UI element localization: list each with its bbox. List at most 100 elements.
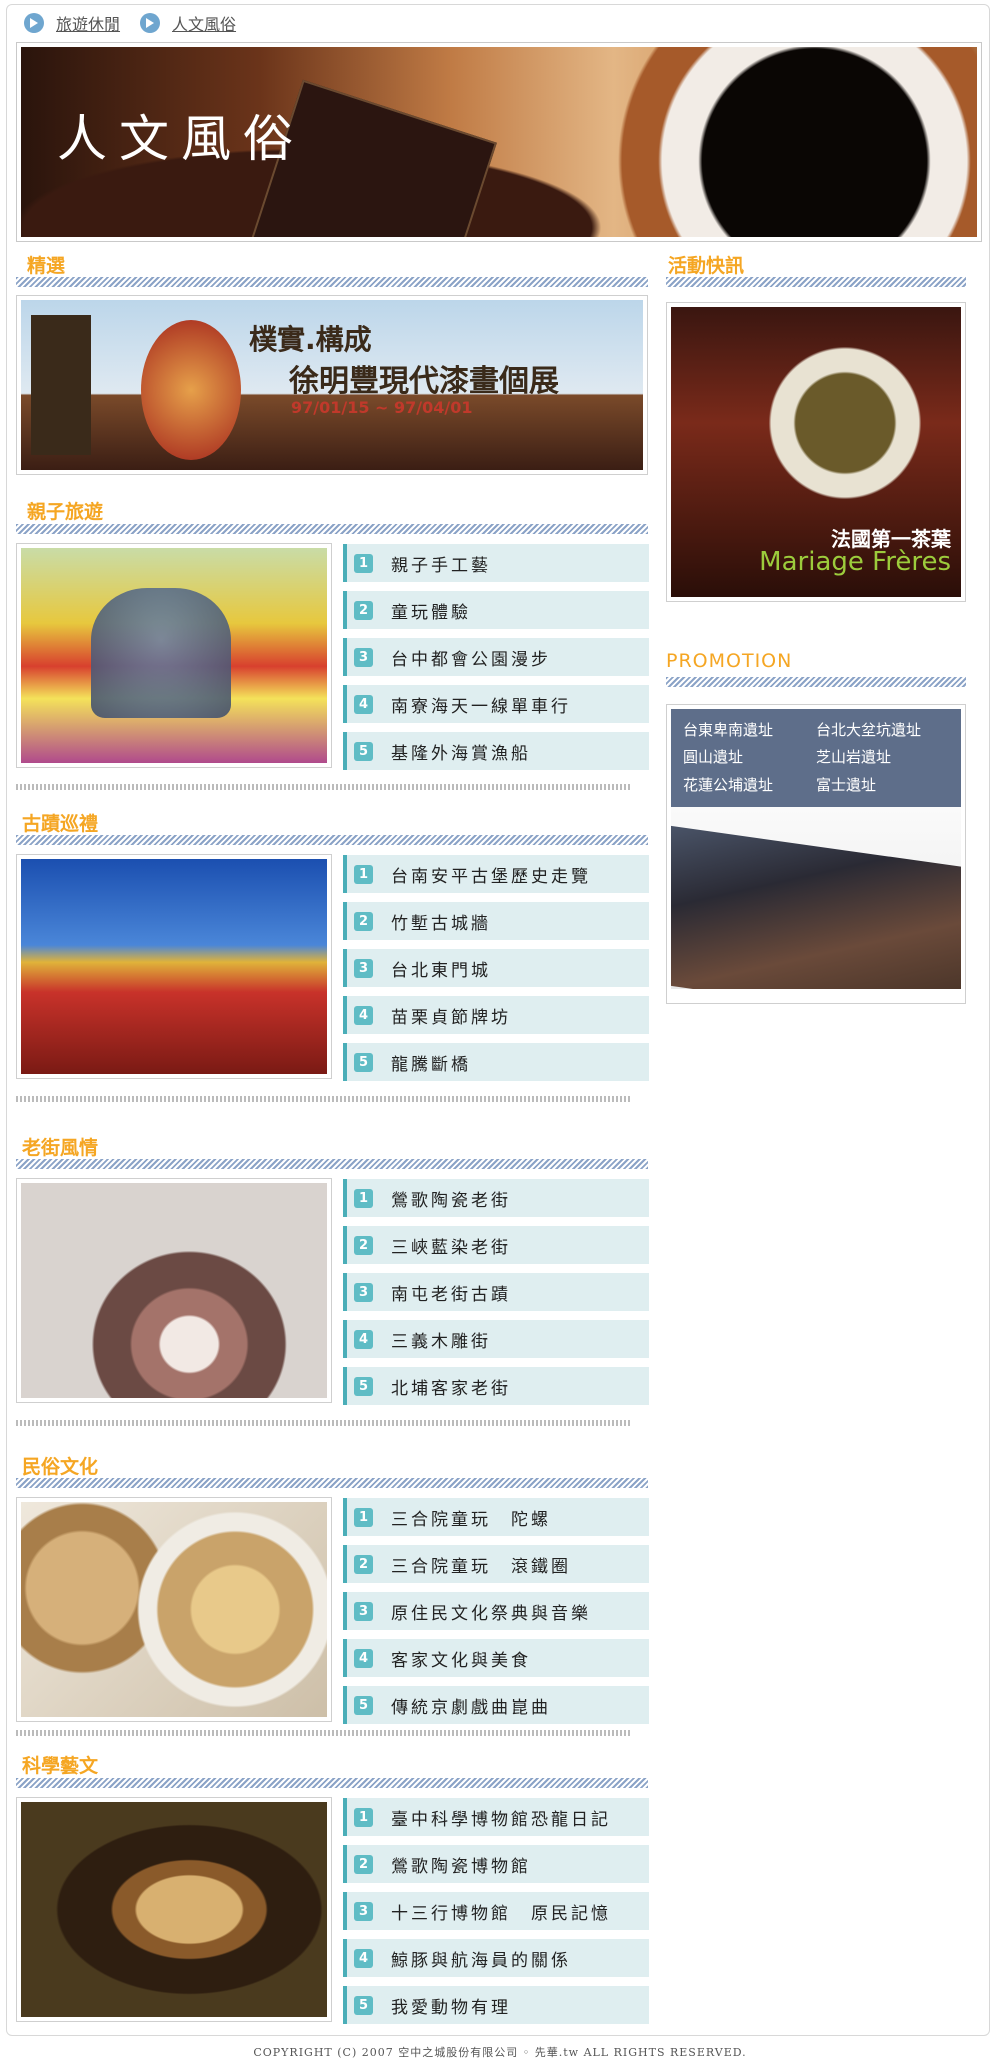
promo-link[interactable]: 台東卑南遺址 bbox=[683, 719, 816, 742]
list-item-label: 三義木雕街 bbox=[391, 1331, 491, 1352]
number-badge: 3 bbox=[354, 1601, 373, 1621]
list-item[interactable]: 1 鶯歌陶瓷老街 bbox=[343, 1179, 649, 1217]
section-stripe bbox=[16, 835, 648, 845]
list-item-label: 龍騰斷橋 bbox=[391, 1054, 471, 1075]
section-family-photo[interactable] bbox=[16, 543, 332, 768]
promo-link[interactable]: 花蓮公埔遺址 bbox=[683, 774, 816, 797]
featured-banner-line1: 樸實.構成 bbox=[249, 323, 372, 356]
list-item-label: 親子手工藝 bbox=[391, 555, 491, 576]
list-item-label: 鶯歌陶瓷老街 bbox=[391, 1190, 511, 1211]
list-item[interactable]: 1 台南安平古堡歷史走覽 bbox=[343, 855, 649, 893]
footer-copyright: COPYRIGHT (C) 2007 空中之城股份有限公司 ◦ 先華.tw AL… bbox=[253, 2046, 747, 2059]
arrow-right-icon bbox=[24, 13, 44, 33]
list-item[interactable]: 3 原住民文化祭典與音樂 bbox=[343, 1592, 649, 1630]
list-item-label: 台南安平古堡歷史走覽 bbox=[391, 866, 591, 887]
promotion-box: 台東卑南遺址 台北大坌坑遺址 圓山遺址 芝山岩遺址 花蓮公埔遺址 富士遺址 bbox=[666, 704, 966, 1004]
list-item[interactable]: 2 童玩體驗 bbox=[343, 591, 649, 629]
list-item[interactable]: 5 龍騰斷橋 bbox=[343, 1043, 649, 1081]
section-family-list: 1 親子手工藝 2 童玩體驗 3 台中都會公園漫步 4 南寮海天一線單車行 5 基隆外海賞… bbox=[343, 544, 649, 779]
list-item[interactable]: 2 竹塹古城牆 bbox=[343, 902, 649, 940]
list-item[interactable]: 3 十三行博物館 原民記憶 bbox=[343, 1892, 649, 1930]
list-item[interactable]: 3 南屯老街古蹟 bbox=[343, 1273, 649, 1311]
list-item[interactable]: 4 客家文化與美食 bbox=[343, 1639, 649, 1677]
list-item[interactable]: 5 傳統京劇戲曲崑曲 bbox=[343, 1686, 649, 1724]
arrow-right-icon bbox=[140, 13, 161, 33]
number-badge: 2 bbox=[354, 911, 373, 931]
list-item-label: 客家文化與美食 bbox=[391, 1650, 531, 1671]
section-oldstreet-photo[interactable] bbox=[16, 1178, 332, 1403]
number-badge: 2 bbox=[354, 1235, 373, 1255]
list-item-label: 苗栗貞節牌坊 bbox=[391, 1007, 511, 1028]
section-science-photo[interactable] bbox=[16, 1797, 332, 2022]
roof-shape bbox=[671, 825, 961, 989]
list-item-label: 三合院童玩 陀螺 bbox=[391, 1509, 551, 1530]
list-item[interactable]: 1 親子手工藝 bbox=[343, 544, 649, 582]
list-item[interactable]: 1 臺中科學博物館恐龍日記 bbox=[343, 1798, 649, 1836]
breadcrumb-travel-link[interactable]: 旅遊休閒 bbox=[56, 11, 120, 35]
promo-link[interactable]: 芝山岩遺址 bbox=[816, 746, 949, 769]
number-badge: 1 bbox=[354, 1807, 373, 1827]
promo-link[interactable]: 富士遺址 bbox=[816, 774, 949, 797]
section-divider bbox=[16, 784, 632, 790]
section-folk-photo[interactable] bbox=[16, 1497, 332, 1722]
section-heritage-list: 1 台南安平古堡歷史走覽 2 竹塹古城牆 3 台北東門城 4 苗栗貞節牌坊 5 龍騰斷橋 bbox=[343, 855, 649, 1090]
old-street-arcade-image bbox=[21, 1183, 327, 1398]
list-item-label: 鶯歌陶瓷博物館 bbox=[391, 1856, 531, 1877]
number-badge: 3 bbox=[354, 1901, 373, 1921]
family-people-image bbox=[91, 588, 231, 718]
list-item[interactable]: 1 三合院童玩 陀螺 bbox=[343, 1498, 649, 1536]
section-heritage-title: 古蹟巡禮 bbox=[22, 813, 99, 835]
featured-banner-dates: 97/01/15 ~ 97/04/01 bbox=[291, 398, 473, 417]
number-badge: 5 bbox=[354, 1695, 373, 1715]
section-family-title: 親子旅遊 bbox=[27, 501, 104, 523]
number-badge: 4 bbox=[354, 1948, 373, 1968]
number-badge: 1 bbox=[354, 864, 373, 884]
tea-leaves-image: 法國第一茶葉 Mariage Frères bbox=[671, 307, 961, 597]
section-folk-list: 1 三合院童玩 陀螺 2 三合院童玩 滾鐵圈 3 原住民文化祭典與音樂 4 客家文化與美… bbox=[343, 1498, 649, 1733]
list-item-label: 基隆外海賞漁船 bbox=[391, 743, 531, 764]
list-item[interactable]: 5 北埔客家老街 bbox=[343, 1367, 649, 1405]
news-banner[interactable]: 法國第一茶葉 Mariage Frères bbox=[666, 302, 966, 602]
list-item[interactable]: 2 鶯歌陶瓷博物館 bbox=[343, 1845, 649, 1883]
news-title: 活動快訊 bbox=[668, 255, 745, 277]
list-item[interactable]: 4 南寮海天一線單車行 bbox=[343, 685, 649, 723]
list-item[interactable]: 3 台北東門城 bbox=[343, 949, 649, 987]
promo-roof-image bbox=[671, 807, 961, 989]
hero-banner: 人文風俗 bbox=[16, 42, 982, 242]
list-item[interactable]: 4 苗栗貞節牌坊 bbox=[343, 996, 649, 1034]
list-item-label: 南屯老街古蹟 bbox=[391, 1284, 511, 1305]
list-item[interactable]: 2 三峽藍染老街 bbox=[343, 1226, 649, 1264]
section-heritage-photo[interactable] bbox=[16, 854, 332, 1079]
promo-link[interactable]: 台北大坌坑遺址 bbox=[816, 719, 949, 742]
list-item[interactable]: 5 基隆外海賞漁船 bbox=[343, 732, 649, 770]
breadcrumb-culture-link[interactable]: 人文風俗 bbox=[172, 11, 236, 35]
number-badge: 3 bbox=[354, 1282, 373, 1302]
list-item[interactable]: 3 台中都會公園漫步 bbox=[343, 638, 649, 676]
promo-link[interactable]: 圓山遺址 bbox=[683, 746, 816, 769]
number-badge: 5 bbox=[354, 1995, 373, 2015]
section-stripe bbox=[16, 277, 648, 287]
number-badge: 4 bbox=[354, 1648, 373, 1668]
number-badge: 1 bbox=[354, 1507, 373, 1527]
list-item-label: 三峽藍染老街 bbox=[391, 1237, 511, 1258]
list-item[interactable]: 4 鯨豚與航海員的關係 bbox=[343, 1939, 649, 1977]
section-stripe bbox=[666, 677, 966, 687]
news-caption-2: Mariage Frères bbox=[759, 547, 951, 577]
list-item[interactable]: 5 我愛動物有理 bbox=[343, 1986, 649, 2024]
hero-image: 人文風俗 bbox=[21, 47, 977, 237]
featured-banner-image: 樸實.構成 徐明豐現代漆畫個展 97/01/15 ~ 97/04/01 bbox=[21, 300, 643, 470]
book-image bbox=[31, 315, 91, 455]
list-item[interactable]: 4 三義木雕街 bbox=[343, 1320, 649, 1358]
section-oldstreet-title: 老街風情 bbox=[22, 1137, 99, 1159]
list-item[interactable]: 2 三合院童玩 滾鐵圈 bbox=[343, 1545, 649, 1583]
featured-banner[interactable]: 樸實.構成 徐明豐現代漆畫個展 97/01/15 ~ 97/04/01 bbox=[16, 295, 648, 475]
list-item-label: 南寮海天一線單車行 bbox=[391, 696, 571, 717]
featured-title: 精選 bbox=[27, 255, 66, 277]
number-badge: 5 bbox=[354, 1376, 373, 1396]
number-badge: 1 bbox=[354, 1188, 373, 1208]
section-stripe bbox=[16, 1778, 648, 1788]
featured-banner-line2: 徐明豐現代漆畫個展 bbox=[289, 364, 559, 399]
list-item-label: 原住民文化祭典與音樂 bbox=[391, 1603, 591, 1624]
section-science-title: 科學藝文 bbox=[22, 1755, 99, 1777]
list-item-label: 臺中科學博物館恐龍日記 bbox=[391, 1809, 611, 1830]
